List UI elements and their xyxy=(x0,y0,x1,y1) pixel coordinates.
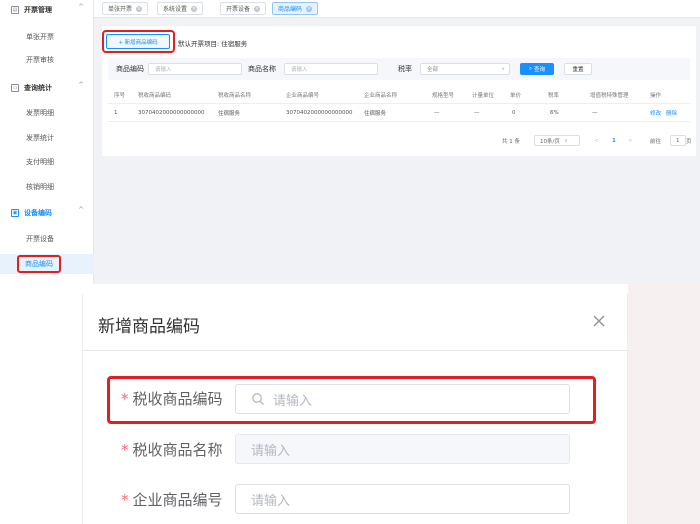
sidebar-item-writeoff-detail[interactable]: 核销明细 xyxy=(0,177,94,197)
sidebar-item-invoice-detail[interactable]: 发票明细 xyxy=(0,103,94,123)
product-code-input[interactable]: 请输入 xyxy=(148,63,242,75)
column-header: 单价 xyxy=(510,93,522,99)
table-cell: 1 xyxy=(114,110,118,116)
tax-rate-select[interactable]: 全部 ∨ xyxy=(420,63,510,75)
tab-system-settings[interactable]: 系统设置 × xyxy=(157,2,204,15)
dialog-title: 新增商品编码 xyxy=(98,317,200,337)
column-header: 序号 xyxy=(114,93,126,99)
table-cell: 住宿服务 xyxy=(364,111,387,117)
sidebar-item-invoice-review[interactable]: 开票审核 xyxy=(0,50,94,70)
delete-link[interactable]: 删除 xyxy=(666,109,677,117)
product-name-label: 商品名称 xyxy=(248,65,276,73)
table-cell: — xyxy=(474,110,480,116)
column-header: 操作 xyxy=(650,93,662,99)
filter-bar: 商品编码 请输入 商品名称 请输入 税率 全部 ∨ ⌕ 查询 重置 xyxy=(108,58,690,80)
row-actions: 修改 删除 xyxy=(650,104,682,122)
company-product-number-label: * 企业商品编号 xyxy=(121,491,223,509)
sidebar-group-query-stats[interactable]: ▭ 查询统计 ^ xyxy=(0,78,94,98)
table-row: 1 3070402000000000000 住宿服务 3070402000000… xyxy=(108,104,690,122)
sidebar-item-payment-detail[interactable]: 支付明细 xyxy=(0,152,94,172)
chevron-down-icon: ∨ xyxy=(501,66,505,72)
table-cell: 3070402000000000000 xyxy=(286,110,353,116)
tax-product-code-label: * 税收商品编码 xyxy=(121,390,223,408)
sidebar-group-label: 查询统计 xyxy=(24,84,52,92)
sidebar-item-single-invoice[interactable]: 单张开票 xyxy=(0,27,94,47)
chevron-down-icon: ∨ xyxy=(563,137,568,144)
chat-icon: ▭ xyxy=(11,84,19,92)
edit-link[interactable]: 修改 xyxy=(650,109,661,117)
product-code-label: 商品编码 xyxy=(116,65,144,73)
required-mark: * xyxy=(121,390,129,408)
goto-label: 前往 xyxy=(650,138,662,145)
sidebar-group-label: 设备编码 xyxy=(24,209,52,217)
table-cell: — xyxy=(592,110,598,116)
sidebar-item-invoice-device[interactable]: 开票设备 xyxy=(0,229,94,249)
reset-button[interactable]: 重置 xyxy=(564,63,592,75)
column-header: 企业商品名称 xyxy=(364,93,398,99)
tab-product-code[interactable]: 商品编码 × xyxy=(272,2,319,15)
chevron-up-icon: ^ xyxy=(78,81,84,89)
sidebar-group-invoice-management[interactable]: ▤ 开票管理 ^ xyxy=(0,0,94,20)
column-header: 计量单位 xyxy=(472,93,495,99)
column-header: 规格型号 xyxy=(432,93,455,99)
tax-product-code-input[interactable]: 请输入 xyxy=(235,384,570,414)
tax-rate-label: 税率 xyxy=(398,65,412,73)
current-page[interactable]: 1 xyxy=(612,135,616,146)
default-invoice-item: 默认开票项目: 住宿服务 xyxy=(178,40,248,48)
close-icon[interactable]: × xyxy=(191,5,198,12)
tax-product-name-input[interactable]: 请输入 xyxy=(235,434,570,464)
goto-page-input[interactable]: 1 xyxy=(670,135,686,146)
add-product-code-button[interactable]: + 新增商品编码 xyxy=(106,34,170,49)
required-mark: * xyxy=(121,491,129,509)
search-icon: ⌕ xyxy=(528,65,533,72)
sidebar-item-invoice-stats[interactable]: 发票统计 xyxy=(0,128,94,148)
column-header: 企业商品编号 xyxy=(286,93,320,99)
table-header: 序号 税收商品编码 税收商品名称 企业商品编号 企业商品名称 规格型号 计量单位… xyxy=(108,86,690,104)
column-header: 税收商品编码 xyxy=(138,93,172,99)
close-icon[interactable]: × xyxy=(254,5,261,12)
goto-suffix: 页 xyxy=(686,138,692,145)
product-name-input[interactable]: 请输入 xyxy=(284,63,378,75)
query-button[interactable]: ⌕ 查询 xyxy=(520,63,554,75)
dialog-divider xyxy=(83,350,629,351)
sidebar-group-label: 开票管理 xyxy=(24,6,52,14)
backdrop-left xyxy=(0,284,82,524)
table-cell: 3070402000000000000 xyxy=(138,110,205,116)
product-code-panel: + 新增商品编码 默认开票项目: 住宿服务 商品编码 请输入 商品名称 请输入 … xyxy=(102,26,696,156)
tax-product-name-label: * 税收商品名称 xyxy=(121,441,223,459)
sidebar-item-product-code[interactable]: 商品编码 xyxy=(0,254,94,274)
tab-bar: 单张开票 × 系统设置 × 开票设备 × 商品编码 × xyxy=(94,0,700,18)
table-cell: 住宿服务 xyxy=(218,111,241,117)
add-product-code-dialog: 新增商品编码 * 税收商品编码 请输入 * 税收商品名称 请输入 * 企业商品编号 请… xyxy=(82,294,629,524)
page-size-select[interactable]: 10条/页 ∨ xyxy=(534,135,580,146)
chevron-up-icon: ^ xyxy=(78,206,84,214)
close-icon[interactable]: × xyxy=(306,5,313,12)
backdrop-right xyxy=(628,284,700,524)
prev-page-button[interactable]: < xyxy=(594,135,599,146)
device-icon: ▣ xyxy=(11,209,19,217)
pagination: 共 1 条 10条/页 ∨ < 1 > 前往 1 页 xyxy=(102,132,696,148)
close-icon[interactable]: × xyxy=(136,5,143,12)
invoice-app-screenshot: ▤ 开票管理 ^ 单张开票 开票审核 ▭ 查询统计 ^ 发票明细 发票统计 支付… xyxy=(0,0,700,284)
total-count: 共 1 条 xyxy=(502,138,520,145)
company-product-number-input[interactable]: 请输入 xyxy=(235,484,570,514)
column-header: 税率 xyxy=(548,93,560,99)
tab-invoice-device[interactable]: 开票设备 × xyxy=(220,2,267,15)
tab-single-invoice[interactable]: 单张开票 × xyxy=(102,2,149,15)
chevron-up-icon: ^ xyxy=(78,3,84,11)
column-header: 税收商品名称 xyxy=(218,93,252,99)
table-cell: — xyxy=(434,110,440,116)
table-cell: 6% xyxy=(550,110,559,116)
required-mark: * xyxy=(121,441,129,459)
next-page-button[interactable]: > xyxy=(628,135,633,146)
sidebar-group-device-code[interactable]: ▣ 设备编码 ^ xyxy=(0,203,94,223)
search-icon xyxy=(252,393,264,405)
close-icon[interactable] xyxy=(592,314,606,328)
sidebar: ▤ 开票管理 ^ 单张开票 开票审核 ▭ 查询统计 ^ 发票明细 发票统计 支付… xyxy=(0,0,94,284)
table-cell: 0 xyxy=(512,110,516,116)
column-header: 增值税特殊管理 xyxy=(590,93,629,99)
invoice-icon: ▤ xyxy=(11,6,19,14)
